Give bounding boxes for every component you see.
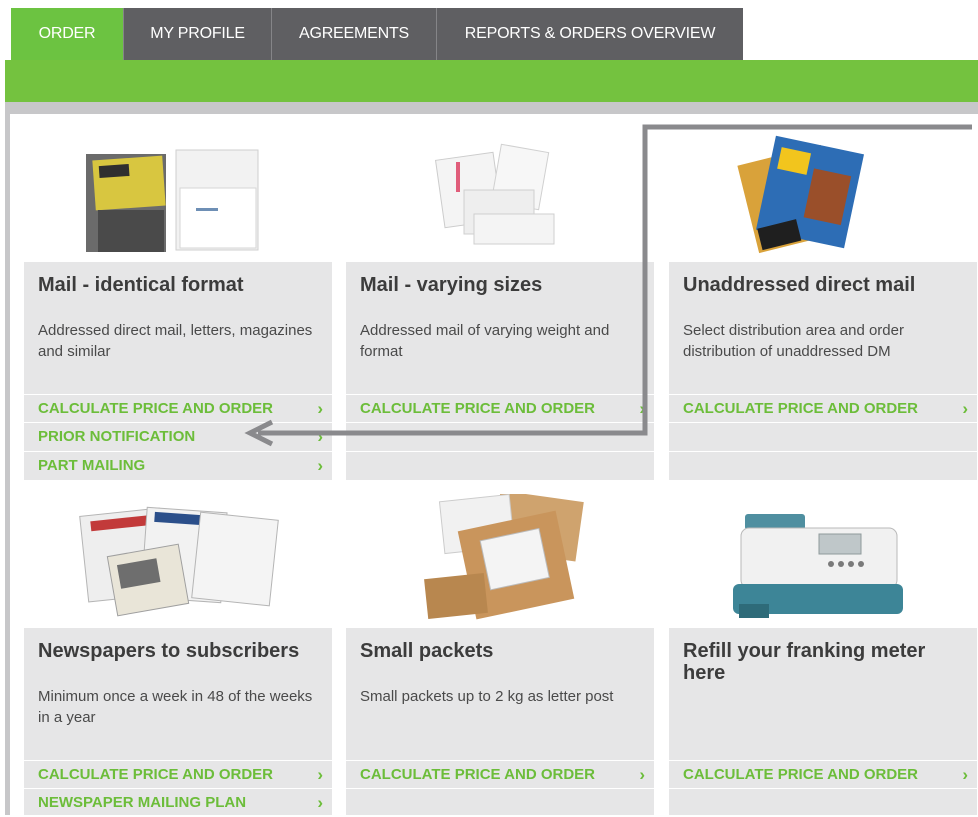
link-label: CALCULATE PRICE AND ORDER [683,400,918,417]
link-label: PRIOR NOTIFICATION [38,428,196,445]
card-title: Small packets [360,640,494,662]
newspaper-mailing-plan-link[interactable]: NEWSPAPER MAILING PLAN › [24,788,332,816]
card-mail-identical-format: Mail - identical format Addressed direct… [24,128,332,480]
card-title: Mail - identical format [38,274,244,296]
main-tab-bar: ORDER MY PROFILE AGREEMENTS REPORTS & OR… [11,8,743,60]
card-title: Mail - varying sizes [360,274,543,296]
stack-of-letters-image [24,128,332,262]
left-border [5,114,10,815]
card-unaddressed-direct-mail: Unaddressed direct mail Select distribut… [669,128,977,480]
newspapers-image [24,494,332,628]
card-mail-varying-sizes: Mail - varying sizes Addressed mail of v… [346,128,654,480]
calculate-price-and-order-link[interactable]: CALCULATE PRICE AND ORDER › [669,760,977,788]
franking-meter-image [669,494,977,628]
calculate-price-and-order-link[interactable]: CALCULATE PRICE AND ORDER › [24,760,332,788]
card-small-packets: Small packets Small packets up to 2 kg a… [346,490,654,815]
card-refill-franking-meter: Refill your franking meter here CALCULAT… [669,494,977,815]
grey-divider [5,102,978,114]
empty-row [346,422,654,451]
chevron-right-icon: › [317,456,323,475]
card-description: Addressed mail of varying weight and for… [360,322,610,360]
card-panel: Newspapers to subscribers Minimum once a… [24,628,332,815]
card-title: Unaddressed direct mail [683,274,916,296]
chevron-right-icon: › [317,399,323,418]
link-label: PART MAILING [38,457,146,474]
card-description: Small packets up to 2 kg as letter post [360,688,614,705]
card-panel: Mail - identical format Addressed direct… [24,262,332,480]
green-header-bar [5,60,978,102]
empty-row [669,788,977,817]
calculate-price-and-order-link[interactable]: CALCULATE PRICE AND ORDER › [346,394,654,422]
tab-my-profile[interactable]: MY PROFILE [124,8,272,60]
empty-row [669,422,977,451]
calculate-price-and-order-link[interactable]: CALCULATE PRICE AND ORDER › [669,394,977,422]
tab-agreements[interactable]: AGREEMENTS [272,8,437,60]
calculate-price-and-order-link[interactable]: CALCULATE PRICE AND ORDER › [24,394,332,422]
card-panel: Small packets Small packets up to 2 kg a… [346,628,654,815]
empty-row [346,788,654,817]
card-newspapers-to-subscribers: Newspapers to subscribers Minimum once a… [24,494,332,815]
tab-order[interactable]: ORDER [11,8,124,60]
catalogues-image [669,128,977,262]
tab-reports-orders-overview[interactable]: REPORTS & ORDERS OVERVIEW [437,8,743,60]
card-title: Newspapers to subscribers [38,640,300,662]
prior-notification-link[interactable]: PRIOR NOTIFICATION › [24,422,332,450]
chevron-right-icon: › [962,765,968,784]
link-label: NEWSPAPER MAILING PLAN [38,794,247,811]
chevron-right-icon: › [639,765,645,784]
chevron-right-icon: › [317,427,323,446]
calculate-price-and-order-link[interactable]: CALCULATE PRICE AND ORDER › [346,760,654,788]
small-packets-image [346,490,654,628]
empty-row [669,451,977,480]
chevron-right-icon: › [639,399,645,418]
link-label: CALCULATE PRICE AND ORDER [683,766,918,783]
card-description: Addressed direct mail, letters, magazine… [38,322,313,360]
envelopes-image [346,128,654,262]
card-panel: Refill your franking meter here CALCULAT… [669,628,977,815]
chevron-right-icon: › [317,793,323,812]
empty-row [346,451,654,480]
card-panel: Unaddressed direct mail Select distribut… [669,262,977,480]
card-title: Refill your franking meter here [683,640,926,684]
chevron-right-icon: › [962,399,968,418]
card-description: Minimum once a week in 48 of the weeks i… [38,688,313,726]
part-mailing-link[interactable]: PART MAILING › [24,451,332,479]
card-description: Select distribution area and order distr… [683,322,904,360]
link-label: CALCULATE PRICE AND ORDER [38,766,273,783]
chevron-right-icon: › [317,765,323,784]
link-label: CALCULATE PRICE AND ORDER [38,400,273,417]
card-panel: Mail - varying sizes Addressed mail of v… [346,262,654,480]
link-label: CALCULATE PRICE AND ORDER [360,766,595,783]
link-label: CALCULATE PRICE AND ORDER [360,400,595,417]
